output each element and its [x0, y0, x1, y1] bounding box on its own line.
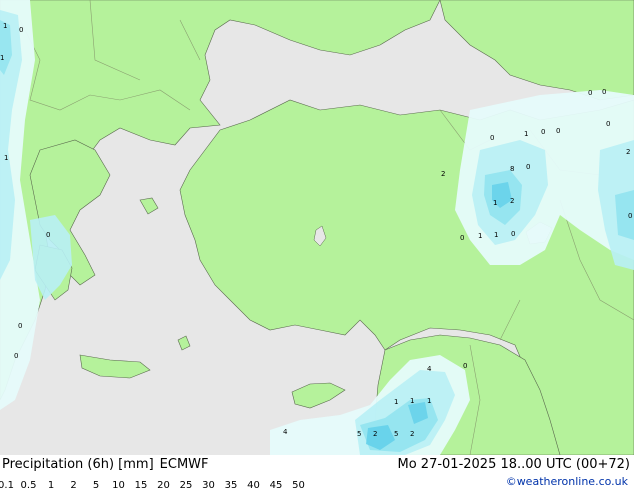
precip-value: 0: [526, 163, 530, 171]
legend-title-text: Precipitation (6h) [mm]: [2, 457, 154, 472]
precip-value: 1: [0, 54, 4, 62]
precip-value: 0: [460, 234, 464, 242]
legend-scale-label: 0.5: [20, 480, 37, 491]
legend-scale-label: 10: [112, 480, 125, 491]
legend-scale-label: 40: [247, 480, 260, 491]
precip-value: 2: [410, 430, 414, 438]
precip-value: 5: [394, 430, 398, 438]
precip-value: 0: [463, 362, 467, 370]
legend-scale-label: 2: [70, 480, 77, 491]
legend-scale-label: 1: [47, 480, 55, 491]
precip-value: 0: [511, 230, 515, 238]
precip-value: 4: [283, 428, 288, 436]
precip-value: 2: [510, 197, 514, 205]
legend-scale-label: 45: [269, 480, 283, 491]
precip-value: 0: [541, 128, 545, 136]
precip-value: 1: [394, 398, 398, 406]
precip-value: 0: [19, 26, 23, 34]
precip-value: 0: [18, 322, 22, 330]
precip-value: 0: [628, 212, 632, 220]
precip-value: 1: [493, 199, 497, 207]
precip-value: 0: [490, 134, 494, 142]
legend-scale-label: 0.1: [0, 480, 14, 491]
legend-scale-label: 15: [134, 480, 148, 491]
precip-value: 1: [478, 232, 482, 240]
precip-value: 1: [524, 130, 528, 138]
precip-value: 1: [4, 154, 8, 162]
legend-scale-label: 20: [157, 480, 170, 491]
precip-value: 5: [357, 430, 361, 438]
precip-value: 8: [510, 165, 514, 173]
precip-value: 2: [441, 170, 445, 178]
precip-value: 0: [14, 352, 18, 360]
precip-value: 0: [606, 120, 610, 128]
legend-title: Precipitation (6h) [mm] ECMWF: [2, 457, 209, 472]
legend-scale-label: 50: [292, 480, 305, 491]
valid-time: Mo 27-01-2025 18..00 UTC (00+72): [397, 457, 631, 472]
precip-value: 4: [427, 365, 432, 373]
precipitation-map: 1 0 1 1 0 0 0 1 0 0 0 2 8 0 1 2 1 1 0 0 …: [0, 0, 634, 482]
precip-value: 0: [556, 127, 560, 135]
precip-value: 0: [602, 88, 606, 96]
precip-value: 1: [3, 22, 7, 30]
legend-scale-label: 5: [92, 480, 100, 491]
precip-value: 1: [410, 397, 414, 405]
legend-scale-label: 30: [202, 480, 215, 491]
legend-scale-label: 35: [224, 480, 238, 491]
precip-value: 1: [494, 231, 498, 239]
precip-value: 0: [588, 89, 592, 97]
precip-value: 2: [626, 148, 630, 156]
precip-value: 1: [427, 397, 431, 405]
credit-link[interactable]: ©weatheronline.co.uk: [506, 475, 628, 488]
precip-value: 0: [46, 231, 50, 239]
legend-scale-label: 25: [179, 480, 193, 491]
legend-model: ECMWF: [159, 457, 209, 472]
precip-value: 2: [373, 430, 377, 438]
